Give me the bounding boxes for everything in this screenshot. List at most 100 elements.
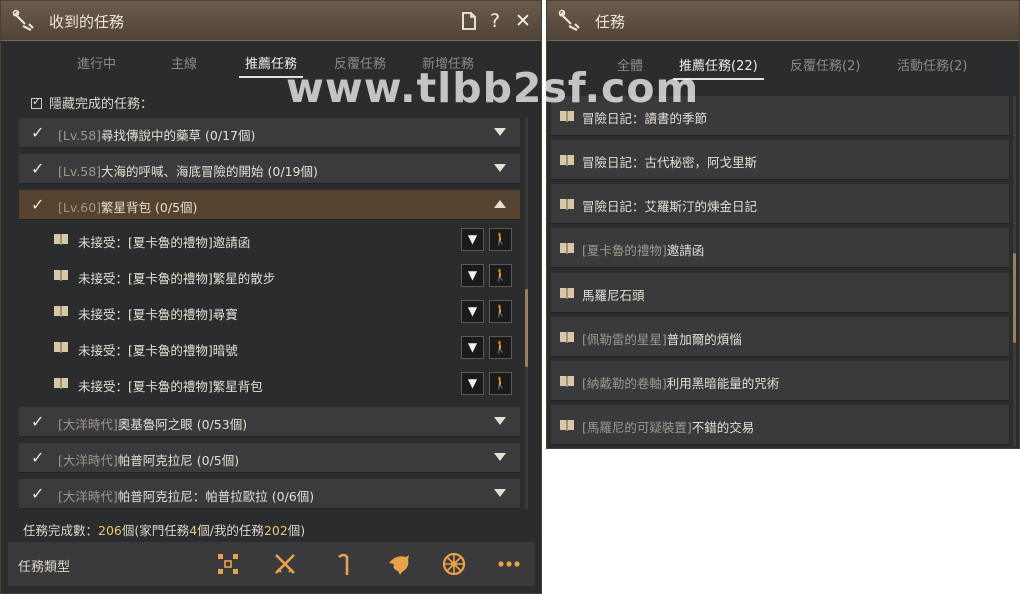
right-scrollbar-thumb[interactable] (1013, 253, 1016, 343)
dolphin-icon[interactable] (386, 551, 412, 577)
list-item-title: 不錯的交易 (691, 420, 755, 435)
subquest-title: 未接受：[夏卡魯的禮物]暗號 (78, 343, 238, 358)
book-icon (54, 270, 68, 281)
quest-row[interactable]: ✓ [大洋時代]帕普阿克拉尼 (0/5個) (19, 443, 520, 473)
list-item[interactable]: [馬羅尼的可疑裝置]不錯的交易 (551, 405, 1009, 445)
tab-events[interactable]: 活動任務(2) (897, 55, 967, 74)
ship-wheel-icon[interactable] (441, 551, 467, 577)
quest-name: 奧基魯阿之眼 (117, 417, 193, 432)
book-icon (54, 306, 68, 317)
expand-arrow-icon[interactable] (494, 417, 506, 425)
right-titlebar[interactable]: 任務 (547, 1, 1019, 41)
quest-progress: (0/19個) (267, 164, 318, 179)
subquest-title: 未接受：[夏卡魯的禮物]邀請函 (78, 235, 251, 250)
tracked-check-icon[interactable]: ✓ (31, 159, 44, 178)
subquest-row[interactable]: 未接受：[夏卡魯的禮物]繁星的散步 ▼ 🚶 (19, 259, 520, 295)
book-icon (560, 199, 574, 210)
right-tabs: 全體 推薦任務(22) 反覆任務(2) 活動任務(2) (547, 47, 1019, 81)
list-item-title: 利用黑暗能量的咒術 (666, 376, 780, 391)
expand-arrow-icon[interactable] (494, 128, 506, 136)
list-item-title: 馬羅尼石頭 (582, 288, 645, 303)
auto-walk-icon[interactable]: 🚶 (489, 264, 512, 287)
left-scrollbar-thumb[interactable] (525, 289, 528, 367)
collapse-arrow-icon[interactable] (494, 200, 506, 208)
quest-name: 帕普阿克拉尼：帕普拉歐拉 (117, 489, 268, 504)
auto-walk-icon[interactable]: 🚶 (489, 228, 512, 251)
chevron-down-icon[interactable]: ▼ (461, 336, 484, 359)
list-item-title: 邀請函 (666, 243, 705, 258)
chevron-down-icon[interactable]: ▼ (461, 228, 484, 251)
list-item[interactable]: [佩勒雷的星星]普加爾的煩惱 (551, 317, 1009, 357)
tab-repeatable[interactable]: 反覆任務(2) (790, 55, 860, 74)
tab-new[interactable]: 新增任務 (422, 53, 474, 72)
list-item[interactable]: [納戴勒的卷軸]利用黑暗能量的咒術 (551, 361, 1009, 401)
tab-all[interactable]: 全體 (617, 55, 643, 74)
tracked-check-icon[interactable]: ✓ (31, 412, 44, 431)
close-button[interactable]: ✕ (512, 10, 534, 32)
quest-prefix: [大洋時代] (58, 417, 118, 432)
left-titlebar[interactable]: 收到的任務 ? ✕ (1, 1, 541, 41)
chevron-down-icon[interactable]: ▼ (461, 264, 484, 287)
book-icon (54, 378, 68, 389)
list-item[interactable]: 冒險日記：讀書的季節 (551, 96, 1009, 136)
tracked-check-icon[interactable]: ✓ (31, 484, 44, 503)
chevron-down-icon[interactable]: ▼ (461, 372, 484, 395)
quest-type-label: 任務類型 (18, 560, 71, 575)
tracked-check-icon[interactable]: ✓ (31, 448, 44, 467)
list-item[interactable]: 冒險日記：古代秘密，阿戈里斯 (551, 140, 1009, 180)
chevron-down-icon[interactable]: ▼ (461, 300, 484, 323)
quest-row[interactable]: ✓ [大洋時代]帕普阿克拉尼：帕普拉歐拉 (0/6個) (19, 479, 520, 509)
quest-row[interactable]: ✓ [大洋時代]奧基魯阿之眼 (0/53個) (19, 407, 520, 437)
book-icon (560, 376, 574, 387)
more-icon[interactable] (496, 551, 522, 577)
tab-recommended[interactable]: 推薦任務 (239, 53, 304, 78)
list-item[interactable]: 冒險日記：艾羅斯汀的煉金日記 (551, 184, 1009, 224)
list-item[interactable]: 馬羅尼石頭 (551, 273, 1009, 313)
quest-prefix: [大洋時代] (58, 453, 118, 468)
scroll-icon (558, 9, 580, 31)
quest-prefix: [大洋時代] (58, 489, 118, 504)
quest-row[interactable]: ✓ [Lv.58]尋找傳說中的藥草 (0/17個) (19, 118, 520, 148)
quest-progress: (0/53個) (196, 417, 248, 432)
subquest-row[interactable]: 未接受：[夏卡魯的禮物]暗號 ▼ 🚶 (19, 331, 520, 367)
subquest-title: 未接受：[夏卡魯的禮物]尋寶 (78, 307, 238, 322)
list-item[interactable]: [夏卡魯的禮物]邀請函 (551, 228, 1009, 268)
expand-arrow-icon[interactable] (494, 453, 506, 461)
quest-row-expanded[interactable]: ✓ [Lv.60]繁星背包 (0/5個) (19, 190, 520, 220)
tab-repeatable[interactable]: 反覆任務 (334, 53, 386, 72)
tab-main-story[interactable]: 主線 (171, 53, 197, 72)
scroll-icon (12, 9, 34, 31)
auto-walk-icon[interactable]: 🚶 (489, 372, 512, 395)
subquest-row[interactable]: 未接受：[夏卡魯的禮物]邀請函 ▼ 🚶 (19, 223, 520, 259)
auto-walk-icon[interactable]: 🚶 (489, 336, 512, 359)
book-icon (560, 243, 574, 254)
crossed-swords-icon[interactable] (272, 551, 298, 577)
subquest-row[interactable]: 未接受：[夏卡魯的禮物]尋寶 ▼ 🚶 (19, 295, 520, 331)
expand-arrow-icon[interactable] (494, 489, 506, 497)
tab-recommended[interactable]: 推薦任務(22) (673, 55, 764, 80)
document-icon[interactable] (458, 10, 480, 32)
subquest-title: 未接受：[夏卡魯的禮物]繁星背包 (78, 379, 263, 394)
quest-name: 尋找傳說中的藥草 (101, 128, 202, 143)
quest-progress: (0/6個) (271, 489, 315, 504)
received-quests-window: 收到的任務 ? ✕ 進行中 主線 推薦任務 反覆任務 新增任務 隱藏完成的任務：… (0, 0, 542, 594)
tracked-check-icon[interactable]: ✓ (31, 195, 44, 214)
help-button[interactable]: ? (484, 10, 506, 32)
quest-name: 繁星背包 (101, 200, 152, 215)
active-tab-indicator (239, 76, 304, 78)
tab-in-progress[interactable]: 進行中 (77, 53, 116, 72)
book-icon (54, 234, 68, 245)
fishing-rod-icon[interactable] (330, 551, 356, 577)
subquest-title: 未接受：[夏卡魯的禮物]繁星的散步 (78, 271, 276, 286)
tracked-check-icon[interactable]: ✓ (31, 123, 44, 142)
list-item-title: 普加爾的煩惱 (666, 332, 742, 347)
subquest-row[interactable]: 未接受：[夏卡魯的禮物]繁星背包 ▼ 🚶 (19, 367, 520, 403)
expand-arrow-icon[interactable] (494, 164, 506, 172)
auto-walk-icon[interactable]: 🚶 (489, 300, 512, 323)
hide-completed-checkbox[interactable] (31, 95, 42, 109)
hide-completed-toggle[interactable]: 隱藏完成的任務： (31, 93, 153, 112)
list-item-title: 冒險日記：艾羅斯汀的煉金日記 (582, 199, 758, 214)
grid-icon[interactable] (215, 551, 241, 577)
book-icon (54, 342, 68, 353)
quest-row[interactable]: ✓ [Lv.58]大海的呼喊、海底冒險的開始 (0/19個) (19, 154, 520, 184)
